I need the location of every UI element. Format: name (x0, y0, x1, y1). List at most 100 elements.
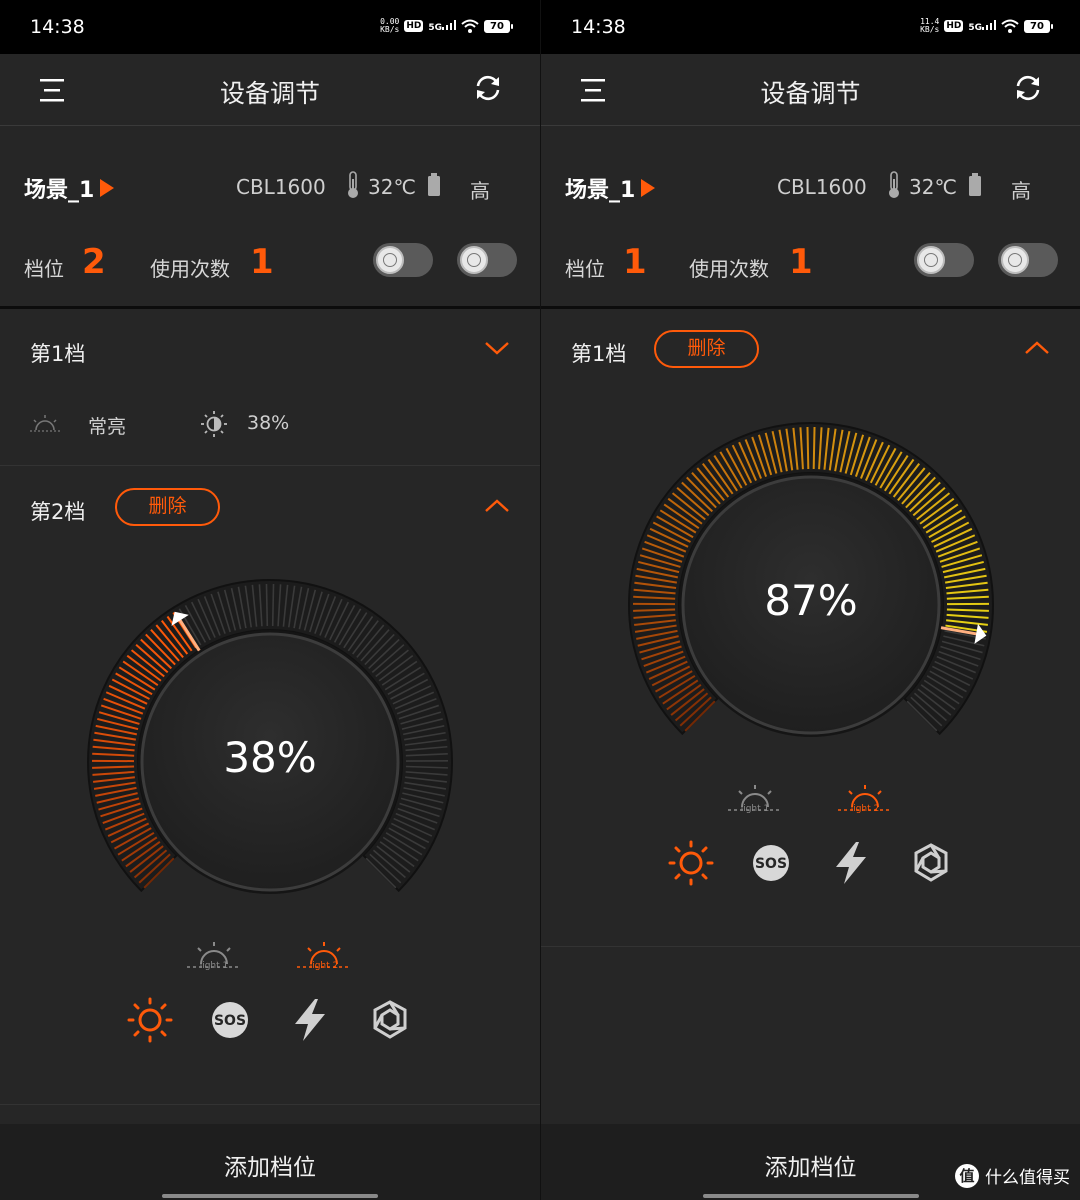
toggle-switch-1[interactable] (914, 243, 974, 277)
delete-gear-button[interactable]: 删除 (654, 330, 759, 368)
toggle-switch-2[interactable] (457, 243, 517, 277)
network-speed: 11.4 KB/s (920, 18, 939, 34)
home-indicator[interactable] (162, 1194, 378, 1198)
sun-icon (668, 840, 714, 886)
brightness-icon (201, 411, 227, 437)
power-icon (924, 253, 938, 267)
gear-1-mode: 常亮 (88, 416, 127, 438)
uses-label: 使用次数 (689, 257, 769, 281)
gear-1-header[interactable]: 第1档 删除 (541, 310, 1080, 390)
power-icon (1008, 253, 1022, 267)
scene-selector[interactable]: 场景_1 (24, 172, 115, 204)
gear-value: 1 (623, 242, 647, 282)
mode-selector: SOS (110, 994, 430, 1046)
mode-sos[interactable]: SOS (731, 837, 811, 889)
toggle-knob (376, 246, 404, 274)
status-bar: 14:38 11.4 KB/s HD 5G 70 (541, 0, 1080, 54)
sos-label: SOS (214, 1013, 246, 1029)
device-model: CBL1600 (236, 175, 326, 199)
device-panel: 场景_1 CBL1600 32℃ 高 档位 2 使用次数 1 (0, 127, 540, 309)
scene-selector[interactable]: 场景_1 (565, 172, 656, 204)
chevron-up-icon[interactable] (484, 498, 510, 514)
gear-1-title: 第1档 (30, 342, 86, 366)
refresh-icon[interactable] (1012, 72, 1044, 104)
add-gear-bar: 添加档位 (541, 1124, 1080, 1200)
power-level: 高 (1011, 179, 1031, 203)
toggle-switch-2[interactable] (998, 243, 1058, 277)
mode-cycle[interactable] (891, 837, 971, 889)
gear-1-header[interactable]: 第1档 (0, 310, 540, 390)
hexagon-cycle-icon (914, 843, 948, 882)
mode-cycle[interactable] (350, 994, 430, 1046)
gear-1-brightness: 38% (247, 412, 290, 434)
divider (0, 1104, 540, 1105)
lightning-icon (836, 842, 866, 884)
dial-value: 38% (223, 733, 317, 782)
dial-tick (806, 427, 810, 470)
watermark-logo-icon: 值 (955, 1163, 979, 1188)
device-model: CBL1600 (777, 175, 867, 199)
top-bar: 设备调节 (0, 54, 540, 126)
chevron-up-icon[interactable] (1024, 340, 1050, 356)
add-gear-button[interactable]: 添加档位 (0, 1148, 540, 1182)
refresh-icon[interactable] (472, 72, 504, 104)
hd-icon: HD (944, 20, 964, 32)
toggle-knob (917, 246, 945, 274)
network-type: 5G (968, 22, 982, 33)
hexagon-cycle-icon (373, 1000, 407, 1039)
mode-sos[interactable]: SOS (190, 994, 270, 1046)
uses-value: 1 (789, 242, 813, 282)
mode-strobe[interactable] (811, 837, 891, 889)
light-mode-icon (30, 415, 60, 432)
toggle-switch-1[interactable] (373, 243, 433, 277)
signal-icon: 5G (968, 19, 996, 33)
battery-icon: 70 (484, 19, 513, 33)
dial-tick (271, 584, 275, 627)
gear-2-header[interactable]: 第2档 删除 (0, 468, 540, 548)
power-level: 高 (470, 179, 490, 203)
play-icon[interactable] (100, 179, 115, 197)
status-bar: 14:38 0.00 KB/s HD 5G 70 (0, 0, 540, 54)
power-icon (467, 253, 481, 267)
light-2-label: light 2 (309, 961, 339, 971)
dial-tick (812, 427, 816, 470)
uses-label: 使用次数 (150, 257, 230, 281)
device-battery-icon (969, 173, 981, 196)
wifi-icon (461, 19, 479, 33)
gear-2-title: 第2档 (30, 500, 86, 524)
divider (541, 946, 1080, 947)
gear-label: 档位 (24, 257, 64, 281)
play-icon[interactable] (641, 179, 656, 197)
light-2-label: light 2 (850, 804, 880, 814)
mode-steady[interactable] (651, 837, 731, 889)
sos-icon: SOS (212, 1002, 248, 1038)
lightning-icon (295, 999, 325, 1041)
uses-value: 1 (250, 242, 274, 282)
chevron-down-icon[interactable] (484, 340, 510, 356)
mode-strobe[interactable] (270, 994, 350, 1046)
device-battery-icon (428, 173, 440, 196)
thermometer-icon (348, 171, 358, 198)
speed-unit: KB/s (380, 25, 400, 34)
signal-icon: 5G (428, 19, 456, 33)
home-indicator[interactable] (703, 1194, 919, 1198)
delete-gear-button[interactable]: 删除 (115, 488, 220, 526)
add-gear-bar: 添加档位 (0, 1124, 540, 1200)
dial-value: 87% (764, 576, 858, 625)
gear-label: 档位 (565, 257, 605, 281)
network-type: 5G (428, 22, 442, 33)
page-title: 设备调节 (219, 79, 320, 108)
device-panel: 场景_1 CBL1600 32℃ 高 档位 1 使用次数 1 (541, 127, 1080, 309)
speed-unit: KB/s (920, 25, 940, 34)
light-1-label: light 1 (199, 961, 229, 971)
device-temperature: 32℃ (368, 175, 416, 199)
mode-steady[interactable] (110, 994, 190, 1046)
wifi-icon (1001, 19, 1019, 33)
thermometer-icon (889, 171, 899, 198)
hd-icon: HD (404, 20, 424, 32)
power-icon (383, 253, 397, 267)
sos-label: SOS (755, 856, 787, 872)
gear-1-summary: 常亮 38% (0, 390, 540, 466)
gear-1-title: 第1档 (571, 342, 627, 366)
status-icons: 11.4 KB/s HD 5G 70 (920, 18, 1053, 34)
